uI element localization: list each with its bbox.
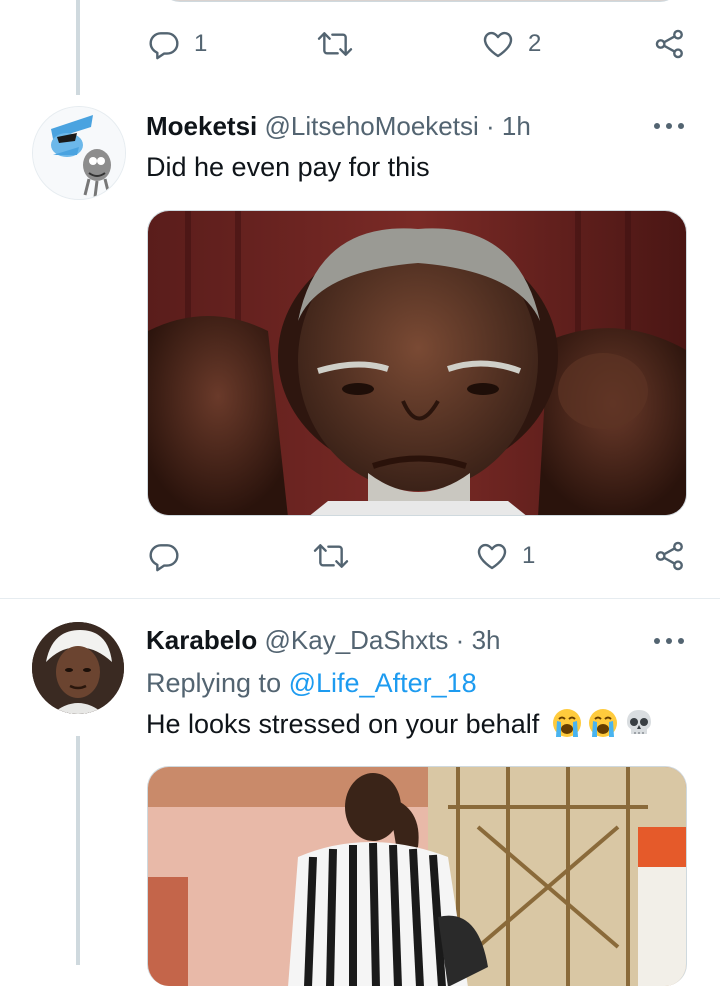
replying-to: Replying to @Life_After_18 (146, 666, 477, 700)
profile-photo (32, 622, 124, 714)
tweet-text: He looks stressed on your behalf (146, 709, 540, 739)
skull-emoji-icon (626, 710, 651, 734)
reply-button[interactable]: 1 (148, 28, 207, 60)
tweet-header: Moeketsi @LitsehoMoeketsi · 1h (146, 110, 531, 142)
more-options-button[interactable] (654, 121, 686, 131)
tweet-divider (0, 598, 720, 599)
crying-face-emoji-icon (588, 709, 617, 737)
more-icon (654, 123, 660, 129)
like-button[interactable]: 1 (476, 540, 535, 572)
share-icon (655, 541, 683, 571)
retweet-icon (313, 544, 349, 568)
like-button[interactable]: 2 (482, 28, 541, 60)
cartoon-avatar-image (33, 107, 125, 199)
retweet-button[interactable] (316, 28, 354, 60)
like-icon (483, 31, 513, 58)
tweet-text-container: He looks stressed on your behalf (146, 707, 655, 741)
like-icon (477, 543, 507, 570)
thread-line-bottom (76, 736, 80, 965)
avatar[interactable] (32, 622, 124, 714)
tweet-image[interactable] (147, 766, 687, 986)
crying-face-emoji-icon (552, 709, 581, 737)
reply-button[interactable] (148, 540, 180, 572)
timestamp[interactable]: 3h (472, 625, 501, 655)
user-handle[interactable]: @Kay_DaShxts (265, 625, 449, 655)
tweet-text: Did he even pay for this (146, 152, 430, 182)
display-name[interactable]: Karabelo (146, 625, 257, 655)
more-options-button[interactable] (654, 636, 686, 646)
reply-count: 1 (194, 30, 208, 57)
tweet-header: Karabelo @Kay_DaShxts · 3h (146, 624, 500, 656)
tweet-image[interactable] (147, 210, 687, 516)
mention-link[interactable]: @Life_After_18 (289, 668, 477, 698)
more-icon (654, 638, 660, 644)
retweet-icon (317, 32, 353, 56)
share-icon (655, 29, 683, 59)
seated-person-photo (148, 767, 686, 986)
share-button[interactable] (654, 540, 686, 572)
portrait-photo (148, 211, 686, 515)
user-handle[interactable]: @LitsehoMoeketsi (265, 111, 479, 141)
replying-prefix: Replying to (146, 668, 282, 698)
timestamp[interactable]: 1h (502, 111, 531, 141)
separator-dot: · (486, 111, 495, 141)
display-name[interactable]: Moeketsi (146, 111, 257, 141)
retweet-button[interactable] (312, 540, 350, 572)
like-count: 1 (522, 542, 536, 569)
like-count: 2 (528, 30, 542, 57)
separator-dot: · (455, 625, 465, 655)
previous-media-edge (160, 0, 680, 2)
thread-line-top (76, 0, 80, 95)
reply-icon (149, 32, 179, 60)
share-button[interactable] (654, 28, 686, 60)
avatar[interactable] (32, 106, 126, 200)
reply-icon (149, 544, 179, 572)
